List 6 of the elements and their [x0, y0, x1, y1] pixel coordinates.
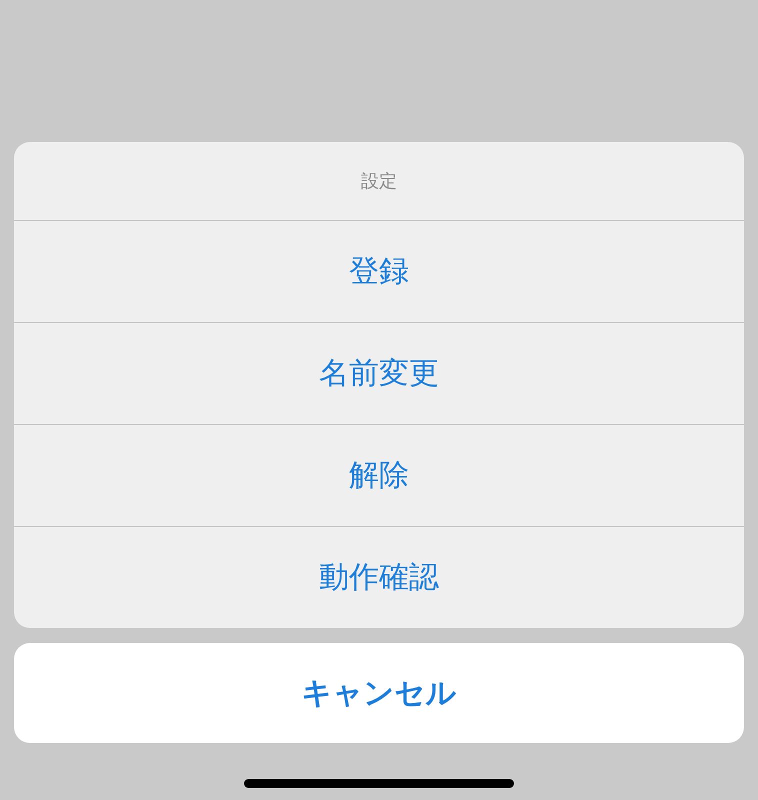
sheet-title: 設定 — [360, 170, 398, 194]
action-button[interactable]: 動作確認 — [14, 526, 744, 628]
cancel-button[interactable]: キャンセル — [14, 643, 744, 743]
action-button[interactable]: 登録 — [14, 220, 744, 322]
action-button[interactable]: 名前変更 — [14, 322, 744, 424]
action-button[interactable]: 解除 — [14, 424, 744, 526]
